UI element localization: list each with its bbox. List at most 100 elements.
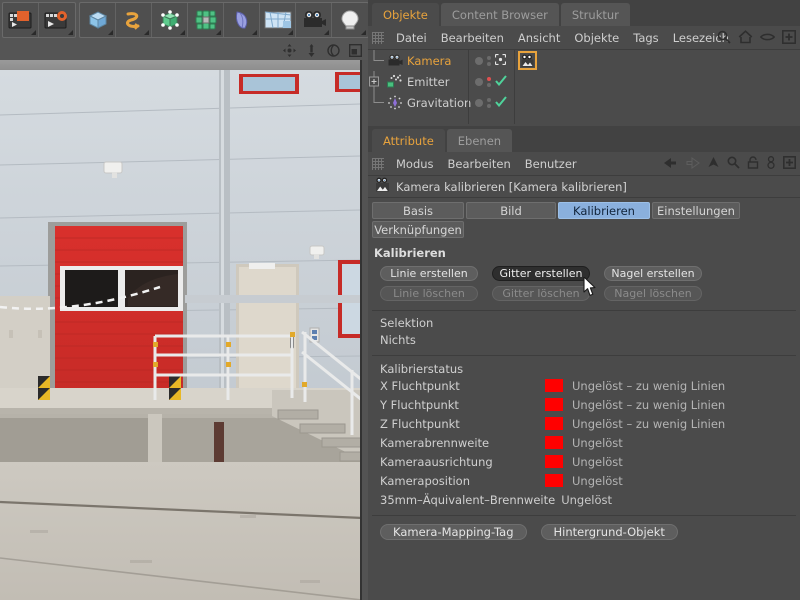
- nagel-erstellen-button[interactable]: Nagel erstellen: [604, 266, 702, 281]
- status-value: Ungelöst – zu wenig Linien: [572, 397, 726, 412]
- panel-gripper-icon[interactable]: [372, 157, 384, 170]
- tab-kalibrieren[interactable]: Kalibrieren: [558, 202, 650, 219]
- linie-loeschen-button[interactable]: Linie löschen: [380, 286, 478, 301]
- enable-dot[interactable]: [475, 77, 483, 86]
- linie-erstellen-button[interactable]: Linie erstellen: [380, 266, 478, 281]
- menu-benutzer[interactable]: Benutzer: [518, 152, 584, 176]
- menu-datei[interactable]: Datei: [389, 26, 434, 50]
- status-label: Z Fluchtpunkt: [380, 416, 460, 431]
- status-value: Ungelöst – zu wenig Linien: [572, 378, 726, 393]
- pan-icon[interactable]: [282, 43, 296, 57]
- search-icon[interactable]: [717, 30, 731, 47]
- rotate-icon[interactable]: [326, 43, 340, 57]
- forward-arrow-icon[interactable]: [685, 156, 700, 172]
- menu-objekte[interactable]: Objekte: [567, 26, 626, 50]
- tab-attribute[interactable]: Attribute: [372, 129, 445, 152]
- tab-ebenen[interactable]: Ebenen: [446, 129, 513, 152]
- visibility-dots-emitter[interactable]: [468, 71, 514, 92]
- visibility-toggles[interactable]: [487, 55, 491, 66]
- cube-primitive-icon[interactable]: [80, 3, 116, 37]
- gitter-erstellen-button[interactable]: Gitter erstellen: [492, 266, 590, 281]
- menu-bearbeiten[interactable]: Bearbeiten: [441, 152, 518, 176]
- footer-button-row: Kamera-Mapping-Tag Hintergrund-Objekt: [368, 524, 800, 540]
- dolly-icon[interactable]: [304, 43, 318, 57]
- corner-marker: [216, 30, 221, 35]
- panel-gripper-icon[interactable]: [372, 31, 384, 44]
- status-label: X Fluchtpunkt: [380, 378, 460, 393]
- tag-column-kamera: [514, 50, 537, 71]
- tree-row-kamera[interactable]: Kamera: [368, 50, 800, 71]
- status-row-35mm-equivalent: 35mm–Äquivalent–Brennweite Ungelöst: [368, 490, 800, 509]
- generator-icon[interactable]: [494, 53, 507, 68]
- home-icon[interactable]: [738, 29, 753, 47]
- emitter-object-icon: [386, 73, 403, 90]
- status-row-x-fluchtpunkt: X Fluchtpunkt Ungelöst – zu wenig Linien: [368, 376, 800, 395]
- left-column: [0, 0, 369, 600]
- status-swatch: [545, 455, 563, 468]
- corner-marker: [180, 30, 185, 35]
- check-icon[interactable]: [495, 95, 507, 110]
- tab-verknuepfungen[interactable]: Verknüpfungen: [372, 221, 464, 238]
- status-label: Y Fluchtpunkt: [380, 397, 459, 412]
- visibility-toggles[interactable]: [487, 76, 491, 87]
- create-button-row: Linie erstellen Gitter erstellen Nagel e…: [368, 266, 800, 281]
- menu-modus[interactable]: Modus: [389, 152, 441, 176]
- status-swatch: [545, 474, 563, 487]
- search-icon[interactable]: [727, 156, 740, 172]
- scene-icon[interactable]: [260, 3, 296, 37]
- menu-tags[interactable]: Tags: [626, 26, 665, 50]
- menu-bearbeiten[interactable]: Bearbeiten: [434, 26, 511, 50]
- status-value: Ungelöst: [572, 473, 623, 488]
- tab-struktur[interactable]: Struktur: [560, 3, 630, 26]
- tree-row-gravitation[interactable]: Gravitation: [368, 92, 800, 113]
- viewport-photograph: [0, 60, 360, 600]
- attribute-window-tabs: Attribute Ebenen: [368, 126, 800, 152]
- add-icon[interactable]: [783, 156, 796, 172]
- camera-calibrator-tag[interactable]: [518, 51, 537, 70]
- tab-basis[interactable]: Basis: [372, 202, 464, 219]
- tree-row-emitter[interactable]: Emitter: [368, 71, 800, 92]
- attribute-menubar: Modus Bearbeiten Benutzer: [368, 152, 800, 176]
- camera-icon[interactable]: [296, 3, 332, 37]
- tab-einstellungen[interactable]: Einstellungen: [652, 202, 740, 219]
- corner-marker: [108, 30, 113, 35]
- array-icon[interactable]: [188, 3, 224, 37]
- perspective-viewport[interactable]: [0, 60, 362, 600]
- eye-icon[interactable]: [759, 32, 776, 45]
- spline-icon[interactable]: [116, 3, 152, 37]
- kamera-mapping-tag-button[interactable]: Kamera-Mapping-Tag: [380, 524, 527, 540]
- object-manager-tree[interactable]: Kamera Emitter Gravitation: [368, 50, 800, 124]
- back-arrow-icon[interactable]: [663, 157, 678, 172]
- check-icon[interactable]: [495, 74, 507, 89]
- gitter-loeschen-button[interactable]: Gitter löschen: [492, 286, 590, 301]
- deformer-icon[interactable]: [224, 3, 260, 37]
- objects-window-tabs: Objekte Content Browser Struktur: [368, 0, 800, 26]
- corner-marker: [361, 30, 366, 35]
- toolbar-group-objects: [79, 2, 369, 38]
- main-toolbar: [0, 0, 369, 40]
- tab-objekte[interactable]: Objekte: [372, 3, 439, 26]
- menu-ansicht[interactable]: Ansicht: [511, 26, 567, 50]
- enable-dot[interactable]: [475, 98, 483, 107]
- tab-bild[interactable]: Bild: [466, 202, 556, 219]
- up-arrow-icon[interactable]: [707, 156, 720, 172]
- maximize-view-icon[interactable]: [348, 43, 362, 57]
- visibility-dots-kamera[interactable]: [468, 50, 514, 71]
- light-icon[interactable]: [332, 3, 368, 37]
- viewport-nav-strip: [0, 40, 368, 60]
- nagel-loeschen-button[interactable]: Nagel löschen: [604, 286, 702, 301]
- render-view-icon[interactable]: [3, 3, 39, 37]
- lock-icon[interactable]: [747, 156, 759, 172]
- nurbs-icon[interactable]: [152, 3, 188, 37]
- add-icon[interactable]: [782, 29, 796, 47]
- render-settings-icon[interactable]: [39, 3, 75, 37]
- visibility-dots-gravitation[interactable]: [468, 92, 514, 113]
- status-label: Kameraausrichtung: [380, 454, 493, 469]
- pin-icon[interactable]: [766, 156, 776, 172]
- tab-content-browser[interactable]: Content Browser: [440, 3, 559, 26]
- visibility-toggles[interactable]: [487, 97, 491, 108]
- tree-expand-emitter[interactable]: [368, 71, 386, 92]
- enable-dot[interactable]: [475, 56, 483, 65]
- hintergrund-objekt-button[interactable]: Hintergrund-Objekt: [540, 524, 678, 540]
- attribute-object-title: Kamera kalibrieren [Kamera kalibrieren]: [396, 179, 627, 194]
